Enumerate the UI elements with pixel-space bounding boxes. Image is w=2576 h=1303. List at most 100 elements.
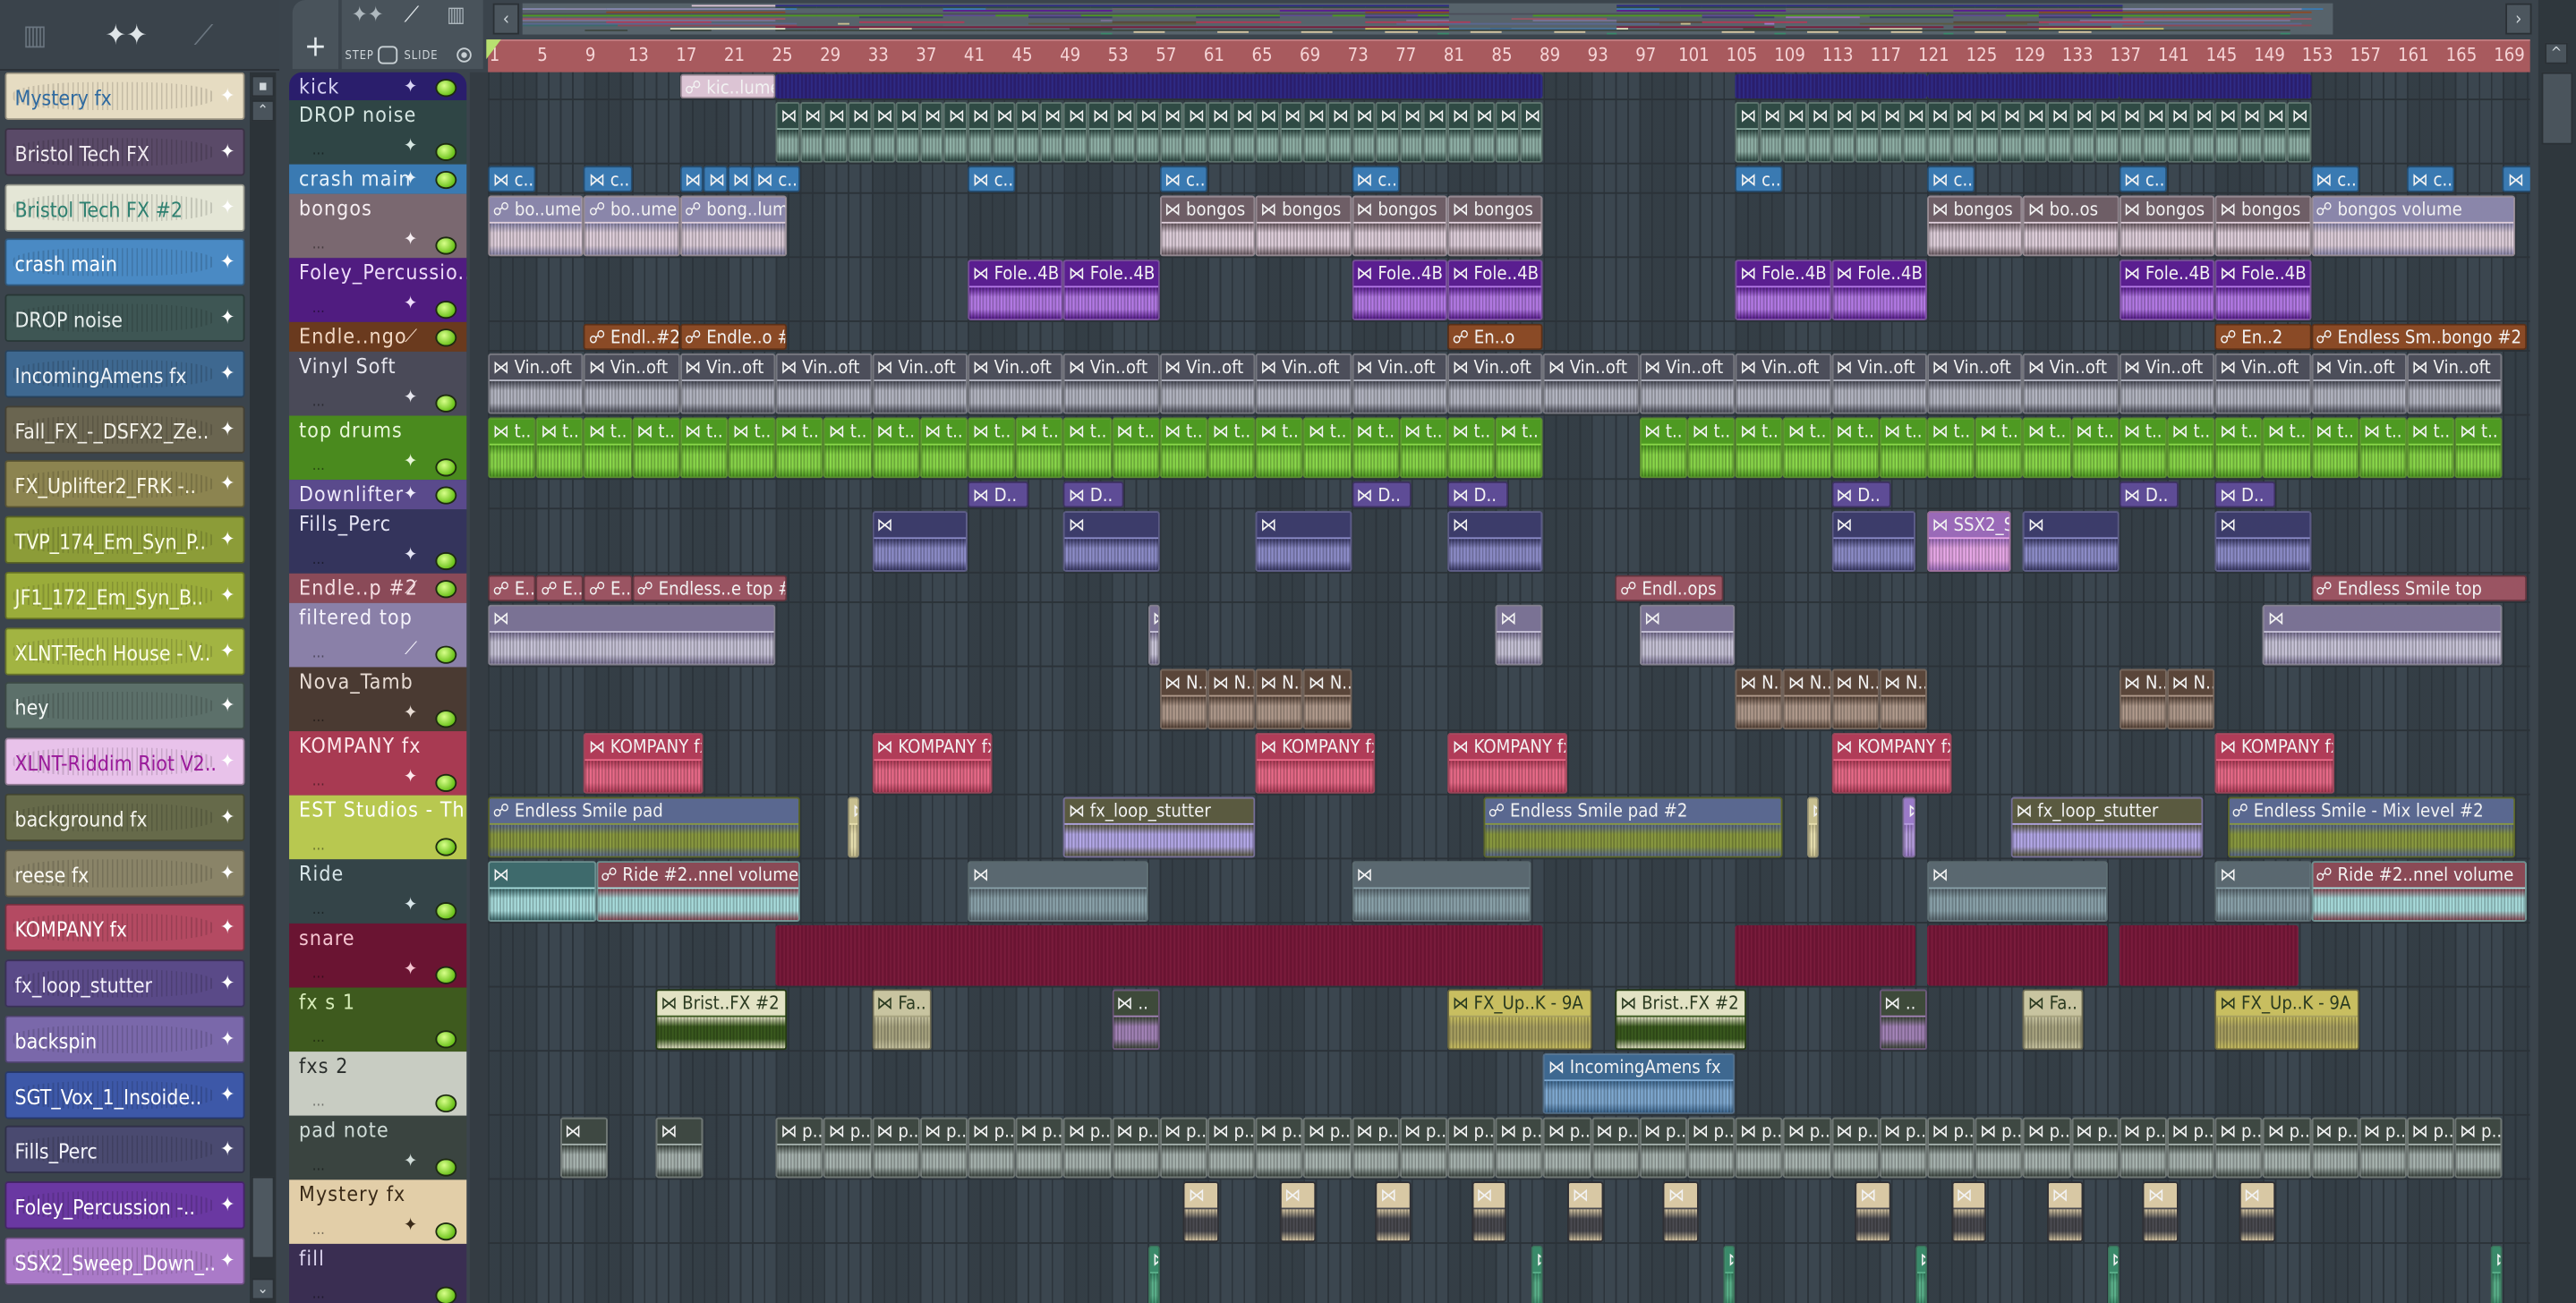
audio-clip[interactable]: ⋈ (1807, 796, 1820, 858)
audio-clip[interactable]: ⋈ (1915, 1245, 1928, 1303)
audio-clip[interactable]: ⋈ bo..os (2023, 195, 2120, 257)
audio-clip[interactable]: ⋈ (679, 166, 704, 192)
pattern-clip[interactable] (1927, 924, 2108, 986)
audio-clip[interactable]: ⋈ t.. (1975, 417, 2024, 479)
audio-clip[interactable]: ⋈ (1663, 1181, 1700, 1243)
audio-clip[interactable]: ⋈ c.. (584, 166, 632, 192)
piano-roll-icon[interactable]: ▥ (23, 20, 47, 53)
audio-clip[interactable]: ⋈ p.. (2167, 1117, 2215, 1179)
track-options-dots[interactable]: ... (312, 143, 325, 159)
audio-clip[interactable]: ⋈ bongos (1447, 195, 1544, 257)
audio-clip[interactable]: ⋈ Vin..oft (2119, 353, 2215, 414)
audio-clip[interactable]: ⋈ c.. (751, 166, 800, 192)
track-header[interactable]: pad note ✦... (289, 1115, 467, 1180)
audio-clip[interactable]: ⋈ bongos (1351, 195, 1448, 257)
audio-clip[interactable]: ⋈ c.. (1735, 166, 1784, 192)
track-mute-led[interactable] (435, 1094, 457, 1113)
audio-clip[interactable]: ⋈ p.. (1830, 1117, 1880, 1179)
track-header[interactable]: kick ✦ (289, 72, 467, 101)
audio-clip[interactable]: ⋈ c.. (488, 166, 536, 192)
audio-clip[interactable]: ⋈ Vin..oft (1063, 353, 1160, 414)
audio-clip[interactable]: ⋈ p.. (1591, 1117, 1640, 1179)
audio-clip[interactable]: ⋈ p.. (823, 1117, 872, 1179)
pattern-clip[interactable] (1927, 73, 2120, 99)
audio-clip[interactable]: ⋈ bongos (1159, 195, 1256, 257)
audio-clip[interactable]: ⋈ t.. (2454, 417, 2503, 479)
audio-clip[interactable]: ⋈ (2287, 101, 2311, 163)
audio-clip[interactable]: ⋈ (1375, 101, 1400, 163)
track-mute-led[interactable] (435, 486, 457, 505)
picker-item[interactable]: Fills_Perc ✦ (4, 1126, 245, 1174)
audio-clip[interactable]: ⋈ Vin..oft (775, 353, 872, 414)
zoom-up-button[interactable]: ^ (2545, 42, 2568, 64)
audio-clip[interactable]: ⋈ t.. (1159, 417, 1208, 479)
audio-clip[interactable]: ⋈ (1147, 1245, 1160, 1303)
audio-clip[interactable]: ⋈ t.. (535, 417, 584, 479)
audio-clip[interactable]: ⋈ t.. (728, 417, 776, 479)
automation-clip[interactable]: ☍ E.. (488, 575, 536, 602)
track-header[interactable]: bongos ✦... (289, 193, 467, 259)
audio-clip[interactable]: ⋈ (2070, 101, 2095, 163)
track-options-dots[interactable]: ... (312, 838, 325, 854)
song-position-marker[interactable] (486, 39, 501, 60)
audio-clip[interactable]: ⋈ (488, 604, 776, 666)
audio-clip[interactable]: ⋈ Fole..4B (1351, 260, 1448, 321)
audio-clip[interactable]: ⋈ p.. (1639, 1117, 1688, 1179)
audio-clip[interactable]: ⋈ t.. (1927, 417, 1975, 479)
audio-clip[interactable]: ⋈ (1327, 101, 1352, 163)
audio-clip[interactable]: ⋈ (728, 166, 752, 192)
audio-clip[interactable]: ⋈ (1279, 101, 1304, 163)
track-mute-led[interactable] (435, 902, 457, 921)
track-mute-led[interactable] (435, 301, 457, 319)
audio-clip[interactable]: ⋈ (1950, 101, 1975, 163)
scroll-up-button[interactable]: ⌃ (251, 100, 275, 122)
track-header[interactable]: fxs 2... (289, 1052, 467, 1116)
audio-clip[interactable]: ⋈ (1375, 1181, 1412, 1243)
audio-clip[interactable]: ⋈ t.. (1351, 417, 1400, 479)
audio-clip[interactable]: ⋈ (1830, 511, 1915, 572)
audio-clip[interactable]: ⋈ t.. (1830, 417, 1880, 479)
track-options-dots[interactable]: ... (312, 774, 325, 790)
audio-clip[interactable]: ⋈ Vin..oft (584, 353, 680, 414)
track-options-dots[interactable]: ... (312, 1030, 325, 1046)
audio-clip[interactable]: ⋈ (1927, 101, 1951, 163)
picker-scrollbar[interactable]: ▪ ⌃ ⌄ (249, 72, 277, 1303)
audio-clip[interactable]: ⋈ (871, 101, 896, 163)
picker-item[interactable]: SGT_Vox_1_Insoide.. ✦ (4, 1070, 245, 1119)
audio-clip[interactable]: ⋈ p.. (968, 1117, 1016, 1179)
picker-item[interactable]: KOMPANY fx ✦ (4, 904, 245, 952)
audio-clip[interactable]: ⋈ (1879, 101, 1904, 163)
audio-clip[interactable]: ⋈ Vin..oft (2310, 353, 2407, 414)
track-mute-led[interactable] (435, 458, 457, 477)
audio-clip[interactable]: ⋈ (1063, 511, 1160, 572)
audio-clip[interactable]: ⋈ N.. (2167, 669, 2215, 730)
audio-clip[interactable]: ⋈ fx_loop_stutter (2010, 796, 2204, 858)
automation-clip[interactable]: ☍ En..o (1447, 323, 1544, 351)
audio-clip[interactable]: ⋈ t.. (1255, 417, 1304, 479)
audio-clip[interactable]: ⋈ p.. (871, 1117, 920, 1179)
track-mute-led[interactable] (435, 645, 457, 664)
audio-filter-icon[interactable]: ✦✦ (352, 4, 384, 29)
audio-clip[interactable]: ⋈ p.. (2070, 1117, 2120, 1179)
pattern-clip[interactable] (1735, 924, 1915, 986)
vertical-scroll-thumb[interactable] (2541, 72, 2573, 145)
audio-clip[interactable]: ⋈ t.. (2119, 417, 2167, 479)
automation-clip[interactable]: ☍ kic..lume (679, 73, 776, 99)
audio-clip[interactable]: ⋈ D.. (2119, 481, 2179, 508)
audio-clip[interactable]: ⋈ t.. (2214, 417, 2264, 479)
audio-clip[interactable]: ⋈ (871, 511, 968, 572)
audio-clip[interactable]: ⋈ IncomingAmens fx (1543, 1052, 1736, 1114)
add-track-button[interactable]: + (292, 0, 339, 70)
picker-item[interactable]: Bristol Tech FX ✦ (4, 127, 245, 176)
track-header[interactable]: Vinyl Soft ✦... (289, 351, 467, 416)
audio-clip[interactable]: ⋈ t.. (1207, 417, 1256, 479)
audio-clip[interactable]: ⋈ (1447, 101, 1471, 163)
scroll-down-button[interactable]: ⌄ (251, 1278, 275, 1300)
audio-clip[interactable]: ⋈ t.. (1687, 417, 1736, 479)
audio-clip[interactable]: ⋈ bongos (1927, 195, 2024, 257)
audio-clip[interactable]: ⋈ c.. (1927, 166, 1975, 192)
audio-clip[interactable]: ⋈ (1303, 101, 1328, 163)
audio-clip[interactable]: ⋈ (799, 101, 824, 163)
audio-clip[interactable]: ⋈ (2190, 101, 2215, 163)
audio-clip[interactable]: ⋈ (1279, 1181, 1316, 1243)
